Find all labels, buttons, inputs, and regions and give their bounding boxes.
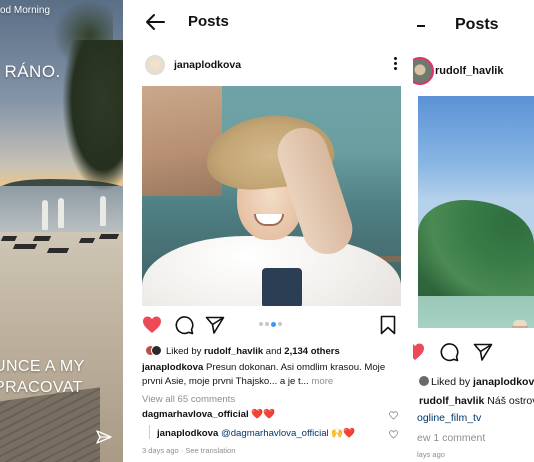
story-boardwalk xyxy=(0,387,100,462)
story-greeting-text: od Morning xyxy=(0,5,51,16)
liked-by-and: and xyxy=(263,346,285,357)
photo-bag xyxy=(262,268,302,306)
kebab-menu-icon[interactable] xyxy=(393,55,397,73)
post-caption: janaplodkova Presun dokonan. Asi omdlim … xyxy=(142,361,404,389)
reply-mention[interactable]: @dagmarhavlova_official xyxy=(218,428,329,439)
beach-lounger xyxy=(78,238,96,243)
carousel-dots xyxy=(259,322,284,328)
page-title: Posts xyxy=(188,13,229,30)
post-meta[interactable]: 3 days ago · See translation xyxy=(142,446,235,455)
avatar[interactable] xyxy=(413,57,434,85)
carousel-dot xyxy=(271,322,276,327)
post-username[interactable]: janaplodkova xyxy=(174,59,241,71)
story-headline-text: I RÁNO. xyxy=(0,62,61,81)
reply-username[interactable]: janaplodkova xyxy=(157,428,218,439)
comment-icon[interactable] xyxy=(174,315,194,335)
caption-username[interactable]: janaplodkova xyxy=(142,362,203,373)
carousel-dot xyxy=(265,322,269,326)
comment-reply-row: janaplodkova @dagmarhavlova_official 🙌❤️ xyxy=(157,428,355,439)
send-icon[interactable] xyxy=(96,430,112,444)
share-icon[interactable] xyxy=(205,315,225,335)
comment-username[interactable]: dagmarhavlova_official xyxy=(142,409,249,420)
likes-line[interactable]: Liked by rudolf_havlik and 2,134 others xyxy=(145,345,340,357)
bookmark-icon[interactable] xyxy=(378,315,398,335)
comment-row: dagmarhavlova_official ❤️❤️ xyxy=(142,409,275,420)
photo-wall xyxy=(142,86,222,196)
post-username[interactable]: rudolf_havlik xyxy=(435,65,503,77)
post-screen: Posts janaplodkova Liked by rudolf_havli… xyxy=(131,0,409,462)
liker-avatar xyxy=(419,376,429,386)
beach-lounger xyxy=(32,236,52,241)
likes-line[interactable]: Liked by janaplodkova xyxy=(419,376,534,388)
reply-text: 🙌❤️ xyxy=(328,428,356,439)
liked-by-user[interactable]: janaplodkova xyxy=(473,376,534,388)
view-comments-link[interactable]: ew 1 comment xyxy=(417,432,485,444)
caption-text: Náš ostrov xyxy=(484,395,534,407)
beach-umbrella xyxy=(100,196,106,226)
story-tree xyxy=(63,40,123,190)
comment-text: ❤️❤️ xyxy=(248,409,276,420)
post-photo[interactable] xyxy=(142,86,401,306)
heart-small-icon[interactable] xyxy=(389,430,398,439)
screenshot-collage: od Morning I RÁNO. UNCE A MY PRACOVAT Po… xyxy=(0,0,534,462)
liked-by-user[interactable]: rudolf_havlik xyxy=(204,346,263,357)
caption-username[interactable]: rudolf_havlik xyxy=(419,395,484,407)
heart-small-icon[interactable] xyxy=(389,411,398,420)
carousel-dot xyxy=(278,322,282,326)
beach-umbrella xyxy=(58,198,64,228)
beach-lounger xyxy=(98,234,120,239)
story-bottom-line1: UNCE A MY xyxy=(0,358,85,375)
back-arrow-icon[interactable] xyxy=(417,25,425,27)
post-actions xyxy=(413,340,534,364)
beach-umbrella xyxy=(42,200,48,230)
carousel-dot xyxy=(259,322,263,326)
page-title: Posts xyxy=(455,16,499,33)
story-bottom-line2: PRACOVAT xyxy=(0,379,83,396)
post-photo[interactable] xyxy=(418,96,534,328)
top-bar: Posts xyxy=(131,0,409,44)
post-actions xyxy=(131,312,409,338)
beach-lounger xyxy=(0,236,18,241)
avatar[interactable] xyxy=(145,55,165,75)
liked-by-prefix: Liked by xyxy=(166,346,205,357)
second-post-screen: Posts rudolf_havlik Liked by janaplodkov… xyxy=(413,0,534,462)
story-panel[interactable]: od Morning I RÁNO. UNCE A MY PRACOVAT xyxy=(0,0,123,462)
liked-by-count[interactable]: 2,134 others xyxy=(284,346,339,357)
back-arrow-icon[interactable] xyxy=(145,13,165,31)
beach-lounger xyxy=(12,244,38,249)
photo-hat xyxy=(513,320,527,326)
caption-more-link[interactable]: more xyxy=(309,376,333,387)
reply-thread-line xyxy=(149,425,150,439)
share-icon[interactable] xyxy=(473,342,493,362)
photo-jungle xyxy=(418,200,534,310)
heart-filled-icon[interactable] xyxy=(142,315,162,335)
liker-avatar xyxy=(151,345,162,356)
comment-icon[interactable] xyxy=(439,342,459,362)
post-caption: rudolf_havlik Náš ostrov xyxy=(419,395,534,407)
caption-tag-link[interactable]: ogline_film_tv xyxy=(417,412,481,424)
view-all-comments-link[interactable]: View all 65 comments xyxy=(142,394,235,405)
post-meta: lays ago xyxy=(417,450,445,459)
heart-filled-icon[interactable] xyxy=(413,342,425,362)
liked-by-prefix: Liked by xyxy=(431,376,474,388)
post-header: janaplodkova xyxy=(131,52,409,78)
story-bottom-text: UNCE A MY PRACOVAT xyxy=(0,356,85,398)
beach-lounger xyxy=(46,248,70,253)
